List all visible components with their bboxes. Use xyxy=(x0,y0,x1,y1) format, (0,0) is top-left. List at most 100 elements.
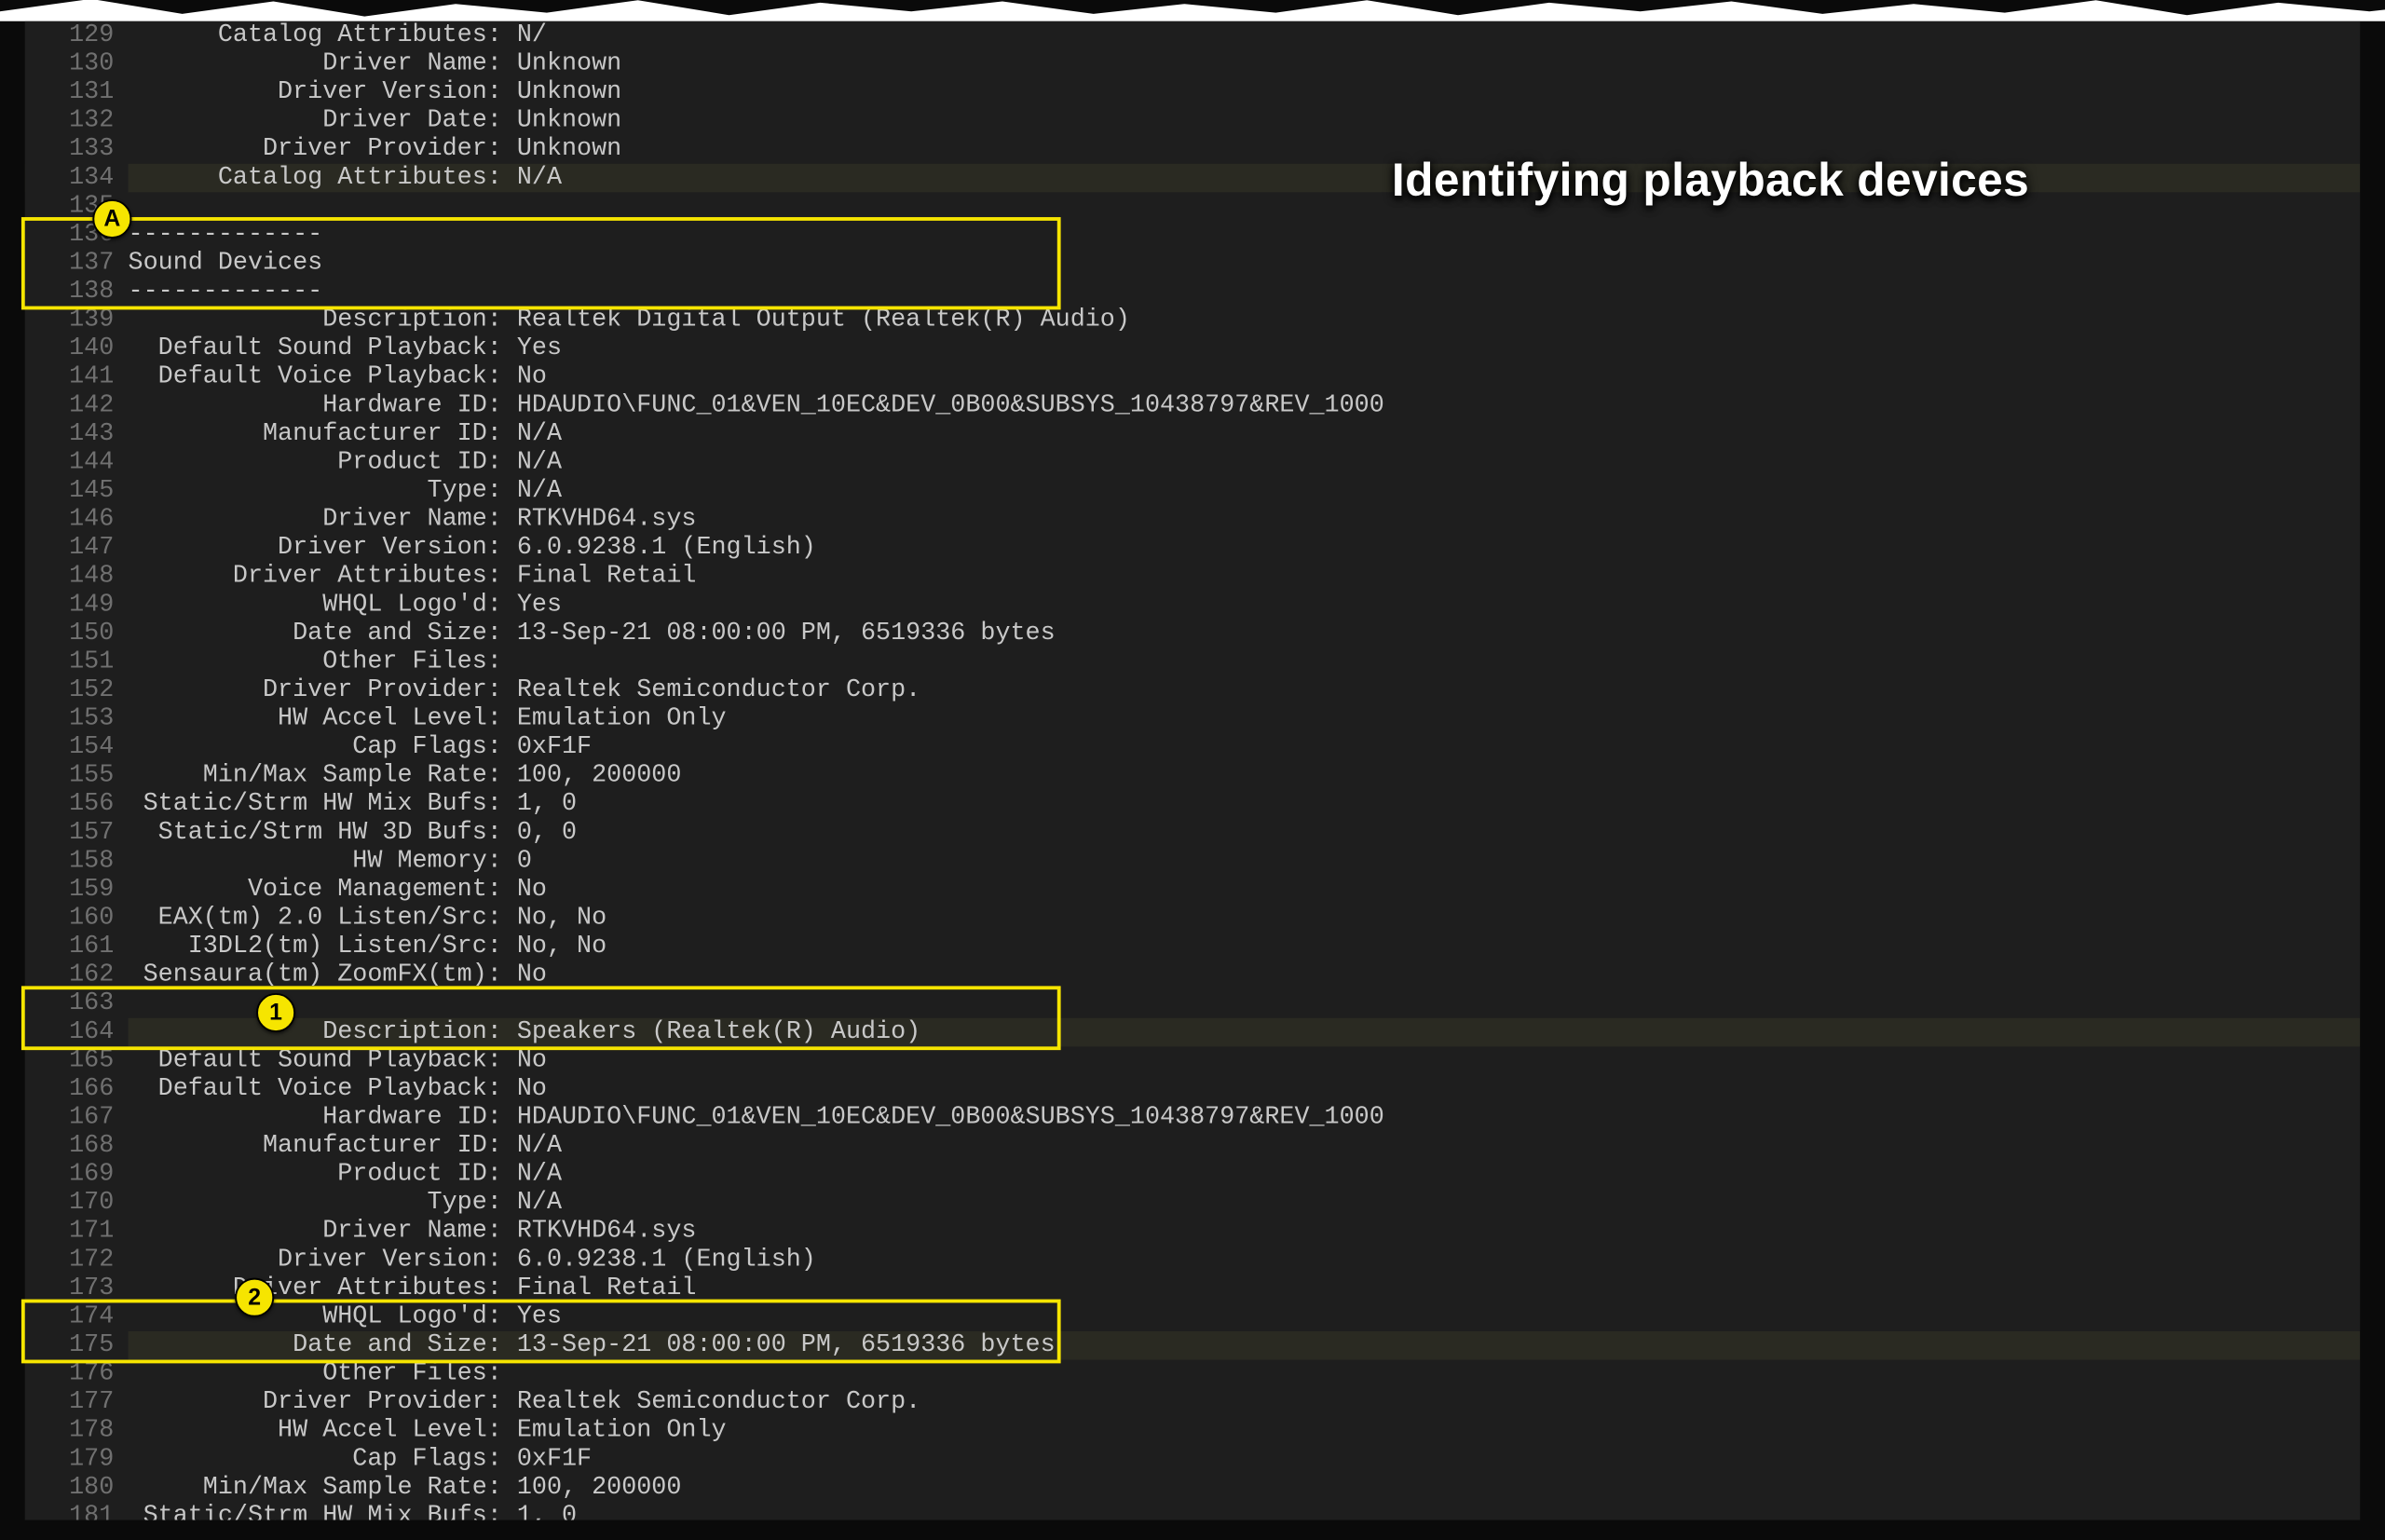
code-line: Description: Speakers (Realtek(R) Audio) xyxy=(129,1018,2361,1047)
code-line: Static/Strm HW 3D Bufs: 0, 0 xyxy=(129,819,2361,848)
code-line: Voice Management: No xyxy=(129,876,2361,905)
code-line: Min/Max Sample Rate: 100, 200000 xyxy=(129,762,2361,791)
code-line: Hardware ID: HDAUDIO\FUNC_01&VEN_10EC&DE… xyxy=(129,1103,2361,1132)
code-line: Date and Size: 13-Sep-21 08:00:00 PM, 65… xyxy=(129,1331,2361,1360)
line-number: 149 xyxy=(25,591,115,620)
line-number: 174 xyxy=(25,1302,115,1331)
code-line: Default Voice Playback: No xyxy=(129,363,2361,392)
line-number: 170 xyxy=(25,1189,115,1218)
line-number: 172 xyxy=(25,1246,115,1274)
code-line: HW Accel Level: Emulation Only xyxy=(129,705,2361,734)
line-number: 179 xyxy=(25,1445,115,1474)
code-line: Driver Name: RTKVHD64.sys xyxy=(129,1218,2361,1247)
code-line: Driver Version: 6.0.9238.1 (English) xyxy=(129,534,2361,563)
line-number: 140 xyxy=(25,334,115,363)
line-number: 180 xyxy=(25,1474,115,1503)
code-line: Cap Flags: 0xF1F xyxy=(129,1445,2361,1474)
line-number: 168 xyxy=(25,1132,115,1161)
line-number: 159 xyxy=(25,876,115,905)
code-line: Driver Version: 6.0.9238.1 (English) xyxy=(129,1246,2361,1274)
line-number: 147 xyxy=(25,534,115,563)
code-line: EAX(tm) 2.0 Listen/Src: No, No xyxy=(129,904,2361,933)
line-number: 161 xyxy=(25,933,115,961)
line-number: 129 xyxy=(25,21,115,50)
code-line: Driver Attributes: Final Retail xyxy=(129,563,2361,592)
annotation-heading: Identifying playback devices xyxy=(1392,153,2029,208)
code-line: Static/Strm HW Mix Bufs: 1, 0 xyxy=(129,1502,2361,1520)
code-line: Sound Devices xyxy=(129,249,2361,278)
code-line: HW Accel Level: Emulation Only xyxy=(129,1417,2361,1446)
code-line: Driver Attributes: Final Retail xyxy=(129,1274,2361,1303)
code-line: WHQL Logo'd: Yes xyxy=(129,1302,2361,1331)
code-line: Product ID: N/A xyxy=(129,448,2361,477)
line-number: 154 xyxy=(25,733,115,762)
line-number: 167 xyxy=(25,1103,115,1132)
code-line: Driver Version: Unknown xyxy=(129,78,2361,107)
line-number: 137 xyxy=(25,249,115,278)
line-number: 152 xyxy=(25,676,115,705)
line-number: 150 xyxy=(25,620,115,648)
line-number: 143 xyxy=(25,420,115,449)
torn-edge-top xyxy=(0,0,2385,21)
code-line: ------------- xyxy=(129,278,2361,307)
code-line: Hardware ID: HDAUDIO\FUNC_01&VEN_10EC&DE… xyxy=(129,391,2361,420)
line-number: 164 xyxy=(25,1018,115,1047)
code-content: Catalog Attributes: N/ Driver Name: Unkn… xyxy=(129,21,2361,1520)
code-line: Driver Name: Unknown xyxy=(129,49,2361,78)
code-line xyxy=(129,989,2361,1018)
code-line: Product ID: N/A xyxy=(129,1161,2361,1190)
line-number: 162 xyxy=(25,961,115,990)
line-number: 153 xyxy=(25,705,115,734)
line-number: 156 xyxy=(25,790,115,819)
marker-a: A xyxy=(92,199,131,238)
line-number: 133 xyxy=(25,135,115,164)
code-line: Driver Provider: Realtek Semiconductor C… xyxy=(129,676,2361,705)
line-number: 173 xyxy=(25,1274,115,1303)
code-line: Sensaura(tm) ZoomFX(tm): No xyxy=(129,961,2361,990)
line-number: 139 xyxy=(25,307,115,335)
code-line: Static/Strm HW Mix Bufs: 1, 0 xyxy=(129,790,2361,819)
code-line: Other Files: xyxy=(129,1360,2361,1389)
line-number: 169 xyxy=(25,1161,115,1190)
line-number: 145 xyxy=(25,477,115,506)
line-number: 141 xyxy=(25,363,115,392)
line-number: 131 xyxy=(25,78,115,107)
code-line: Default Sound Playback: No xyxy=(129,1046,2361,1075)
line-number: 138 xyxy=(25,278,115,307)
code-line: Catalog Attributes: N/ xyxy=(129,21,2361,50)
line-number: 177 xyxy=(25,1388,115,1417)
line-number: 165 xyxy=(25,1046,115,1075)
code-line: Cap Flags: 0xF1F xyxy=(129,733,2361,762)
code-line: Manufacturer ID: N/A xyxy=(129,1132,2361,1161)
code-line: Default Sound Playback: Yes xyxy=(129,334,2361,363)
line-number: 166 xyxy=(25,1075,115,1104)
line-number: 163 xyxy=(25,989,115,1018)
code-line: Other Files: xyxy=(129,647,2361,676)
code-line: Default Voice Playback: No xyxy=(129,1075,2361,1104)
code-line: Min/Max Sample Rate: 100, 200000 xyxy=(129,1474,2361,1503)
code-line: Manufacturer ID: N/A xyxy=(129,420,2361,449)
code-line: WHQL Logo'd: Yes xyxy=(129,591,2361,620)
line-number: 146 xyxy=(25,506,115,535)
code-line: Description: Realtek Digital Output (Rea… xyxy=(129,307,2361,335)
line-number: 160 xyxy=(25,904,115,933)
line-number: 176 xyxy=(25,1360,115,1389)
line-number: 158 xyxy=(25,847,115,876)
line-number: 142 xyxy=(25,391,115,420)
code-line: Type: N/A xyxy=(129,477,2361,506)
line-number: 134 xyxy=(25,164,115,193)
code-line: HW Memory: 0 xyxy=(129,847,2361,876)
line-number: 151 xyxy=(25,647,115,676)
code-editor: 1291301311321331341351361371381391401411… xyxy=(25,21,2360,1520)
line-number: 148 xyxy=(25,563,115,592)
line-number: 157 xyxy=(25,819,115,848)
line-number: 132 xyxy=(25,107,115,136)
line-number: 144 xyxy=(25,448,115,477)
code-line: ------------- xyxy=(129,221,2361,250)
line-number: 130 xyxy=(25,49,115,78)
line-number: 155 xyxy=(25,762,115,791)
line-number-gutter: 1291301311321331341351361371381391401411… xyxy=(25,21,129,1520)
line-number: 171 xyxy=(25,1218,115,1247)
line-number: 175 xyxy=(25,1331,115,1360)
code-line: I3DL2(tm) Listen/Src: No, No xyxy=(129,933,2361,961)
